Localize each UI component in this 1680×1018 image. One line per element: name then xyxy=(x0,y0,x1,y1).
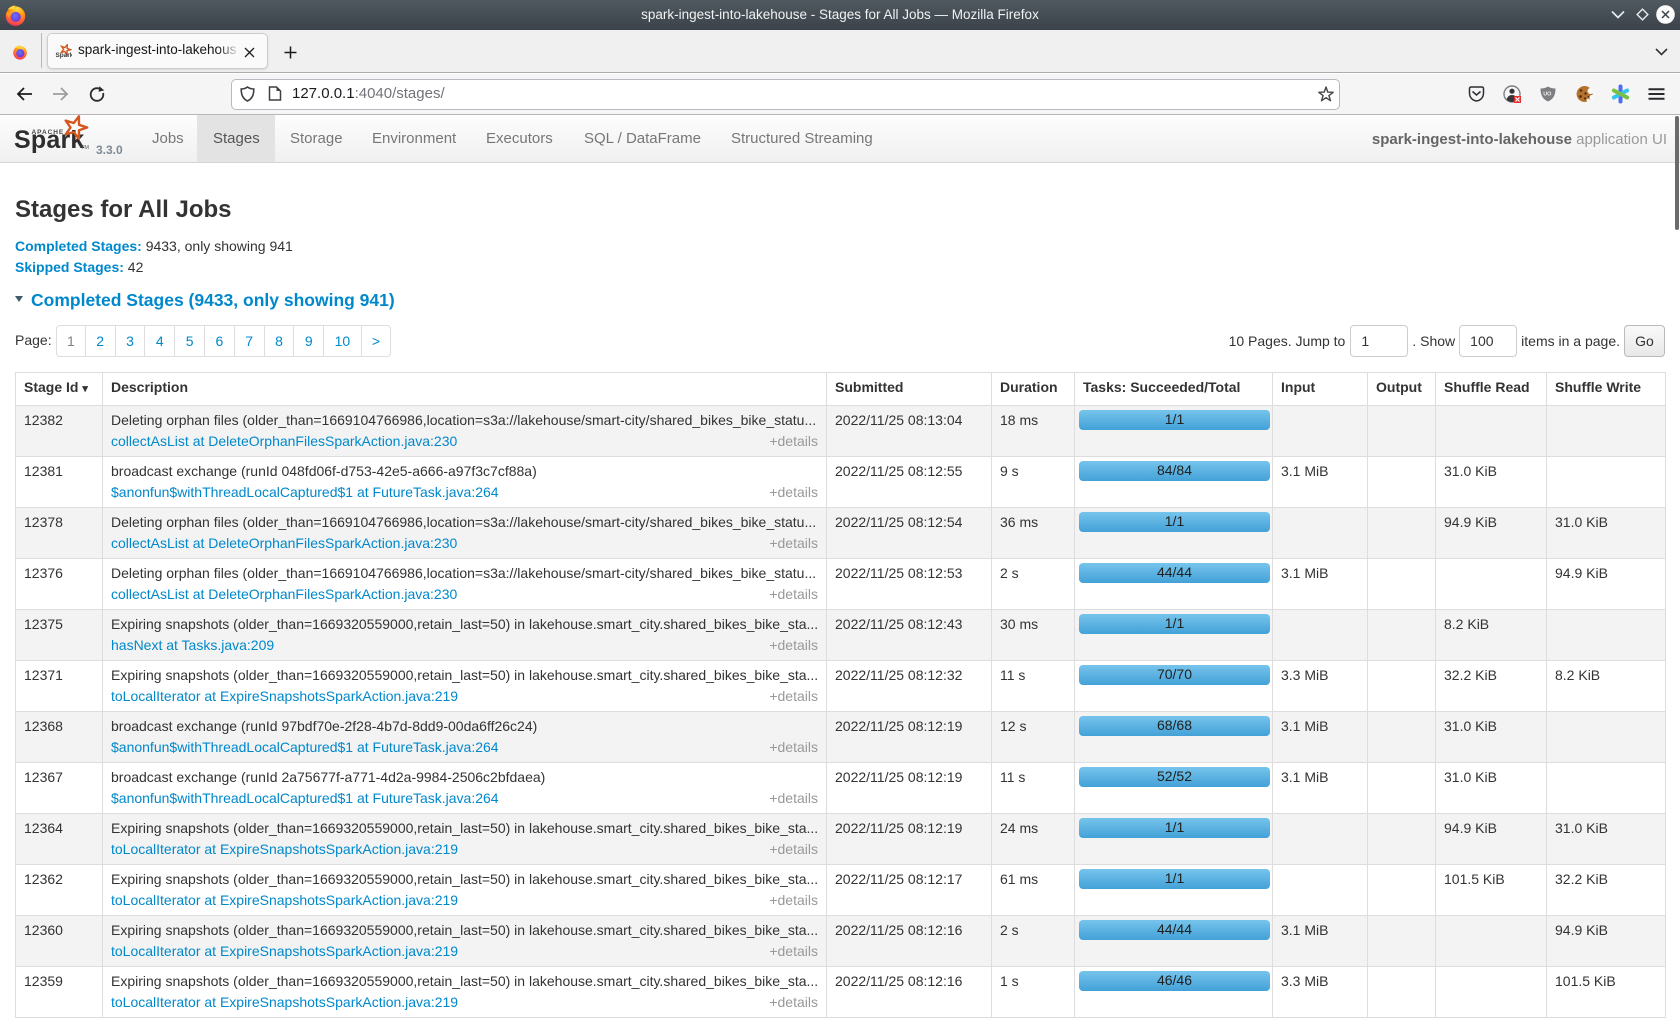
svg-text:UO: UO xyxy=(1543,92,1552,98)
svg-text:Spark: Spark xyxy=(56,52,73,59)
